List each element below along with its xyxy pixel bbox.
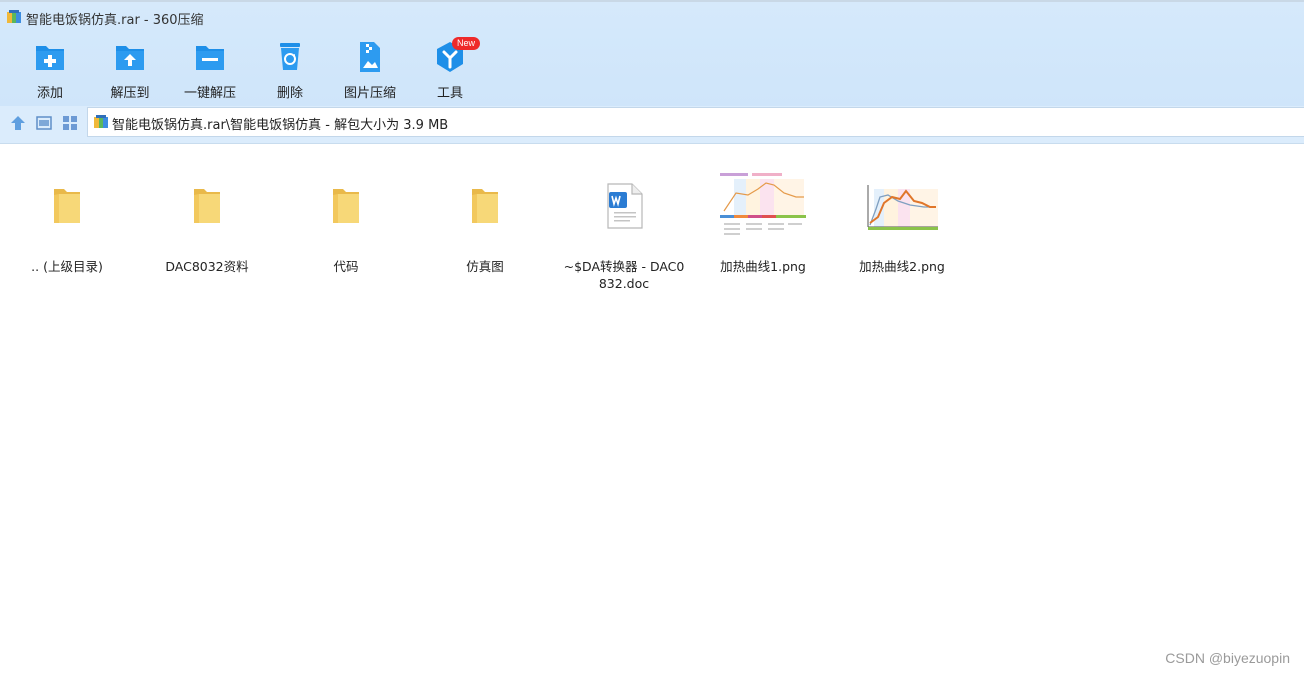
add-button[interactable]: 添加 [10,38,90,101]
tools-label: 工具 [436,86,463,101]
file-item-dac8032[interactable]: DAC8032资料 [145,156,269,296]
file-item-code[interactable]: 代码 [284,156,408,296]
image-compress-button[interactable]: 图片压缩 [330,38,410,101]
file-name: 代码 [333,259,359,274]
file-item-curve2[interactable]: 加热曲线2.png [840,156,964,296]
file-view: .. (上级目录) DAC8032资料 代码 仿真图 ~$DA转换器 - DAC… [0,144,1304,674]
title-bar: 智能电饭锅仿真.rar - 360压缩 [0,0,1304,32]
main-toolbar: 添加 解压到 一键解压 删除 图片压缩 New 工具 [0,32,1304,106]
file-name: 加热曲线2.png [859,259,945,274]
folder-icon [194,189,220,223]
extract-to-icon [116,46,144,70]
new-badge: New [452,37,481,50]
archive-app-icon [7,10,21,23]
folder-icon [333,189,359,223]
file-name: .. (上级目录) [31,259,103,274]
file-item-doc[interactable]: ~$DA转换器 - DAC0832.doc [562,156,686,296]
file-name: DAC8032资料 [165,259,249,274]
add-label: 添加 [36,86,63,101]
archive-icon [94,115,108,128]
thumbnail-view-icon[interactable] [61,114,79,132]
extract-to-button[interactable]: 解压到 [90,38,170,101]
folder-icon [54,189,80,223]
watermark: CSDN @biyezuopin [1165,650,1290,666]
file-item-sim-diagram[interactable]: 仿真图 [423,156,547,296]
image-thumbnail-icon [720,171,806,241]
extract-to-label: 解压到 [110,86,150,101]
image-compress-label: 图片压缩 [343,86,396,101]
path-text: 智能电饭锅仿真.rar\智能电饭锅仿真 - 解包大小为 3.9 MB [112,118,449,133]
file-name: 仿真图 [466,259,504,274]
delete-button[interactable]: 删除 [250,38,330,101]
word-document-icon [607,183,643,229]
one-click-extract-icon [196,46,224,70]
navigation-bar: 智能电饭锅仿真.rar\智能电饭锅仿真 - 解包大小为 3.9 MB [0,106,1304,144]
list-view-icon[interactable] [35,114,53,132]
add-folder-icon [36,46,64,70]
arrow-up-icon[interactable] [9,114,27,132]
file-name: ~$DA转换器 - DAC0832.doc [563,259,685,291]
image-thumbnail-icon [864,181,940,231]
file-item-parent-dir[interactable]: .. (上级目录) [5,156,129,296]
one-click-extract-button[interactable]: 一键解压 [170,38,250,101]
tools-button[interactable]: New 工具 [410,37,490,101]
path-field[interactable]: 智能电饭锅仿真.rar\智能电饭锅仿真 - 解包大小为 3.9 MB [87,107,1304,137]
file-item-curve1[interactable]: 加热曲线1.png [701,156,825,296]
folder-icon [472,189,498,223]
image-compress-icon [360,42,380,72]
window-title: 智能电饭锅仿真.rar - 360压缩 [26,13,204,28]
recycle-bin-icon [280,43,300,70]
one-click-extract-label: 一键解压 [183,86,236,101]
file-name: 加热曲线1.png [720,259,806,274]
delete-label: 删除 [276,86,303,101]
